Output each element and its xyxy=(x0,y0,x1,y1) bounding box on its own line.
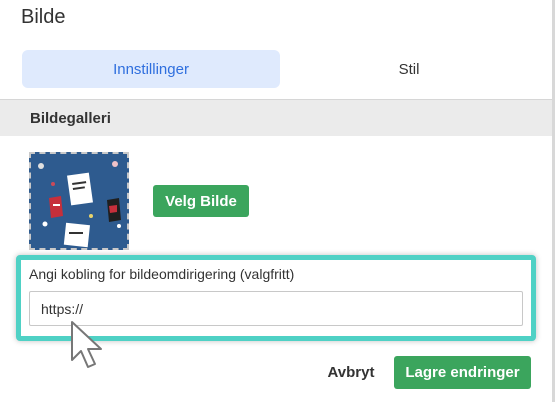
save-changes-button[interactable]: Lagre endringer xyxy=(394,356,531,389)
image-thumbnail[interactable] xyxy=(29,152,129,250)
tab-style[interactable]: Stil xyxy=(280,50,538,88)
cancel-button[interactable]: Avbryt xyxy=(322,356,380,389)
redirect-field-label: Angi kobling for bildeomdirigering (valg… xyxy=(29,266,295,282)
mouse-pointer-icon xyxy=(68,320,108,376)
tab-settings[interactable]: Innstillinger xyxy=(22,50,280,88)
panel-title: Bilde xyxy=(21,6,66,28)
section-title: Bildegalleri xyxy=(30,109,111,127)
section-header-gallery: Bildegalleri xyxy=(0,99,552,136)
choose-image-button[interactable]: Velg Bilde xyxy=(153,185,249,217)
